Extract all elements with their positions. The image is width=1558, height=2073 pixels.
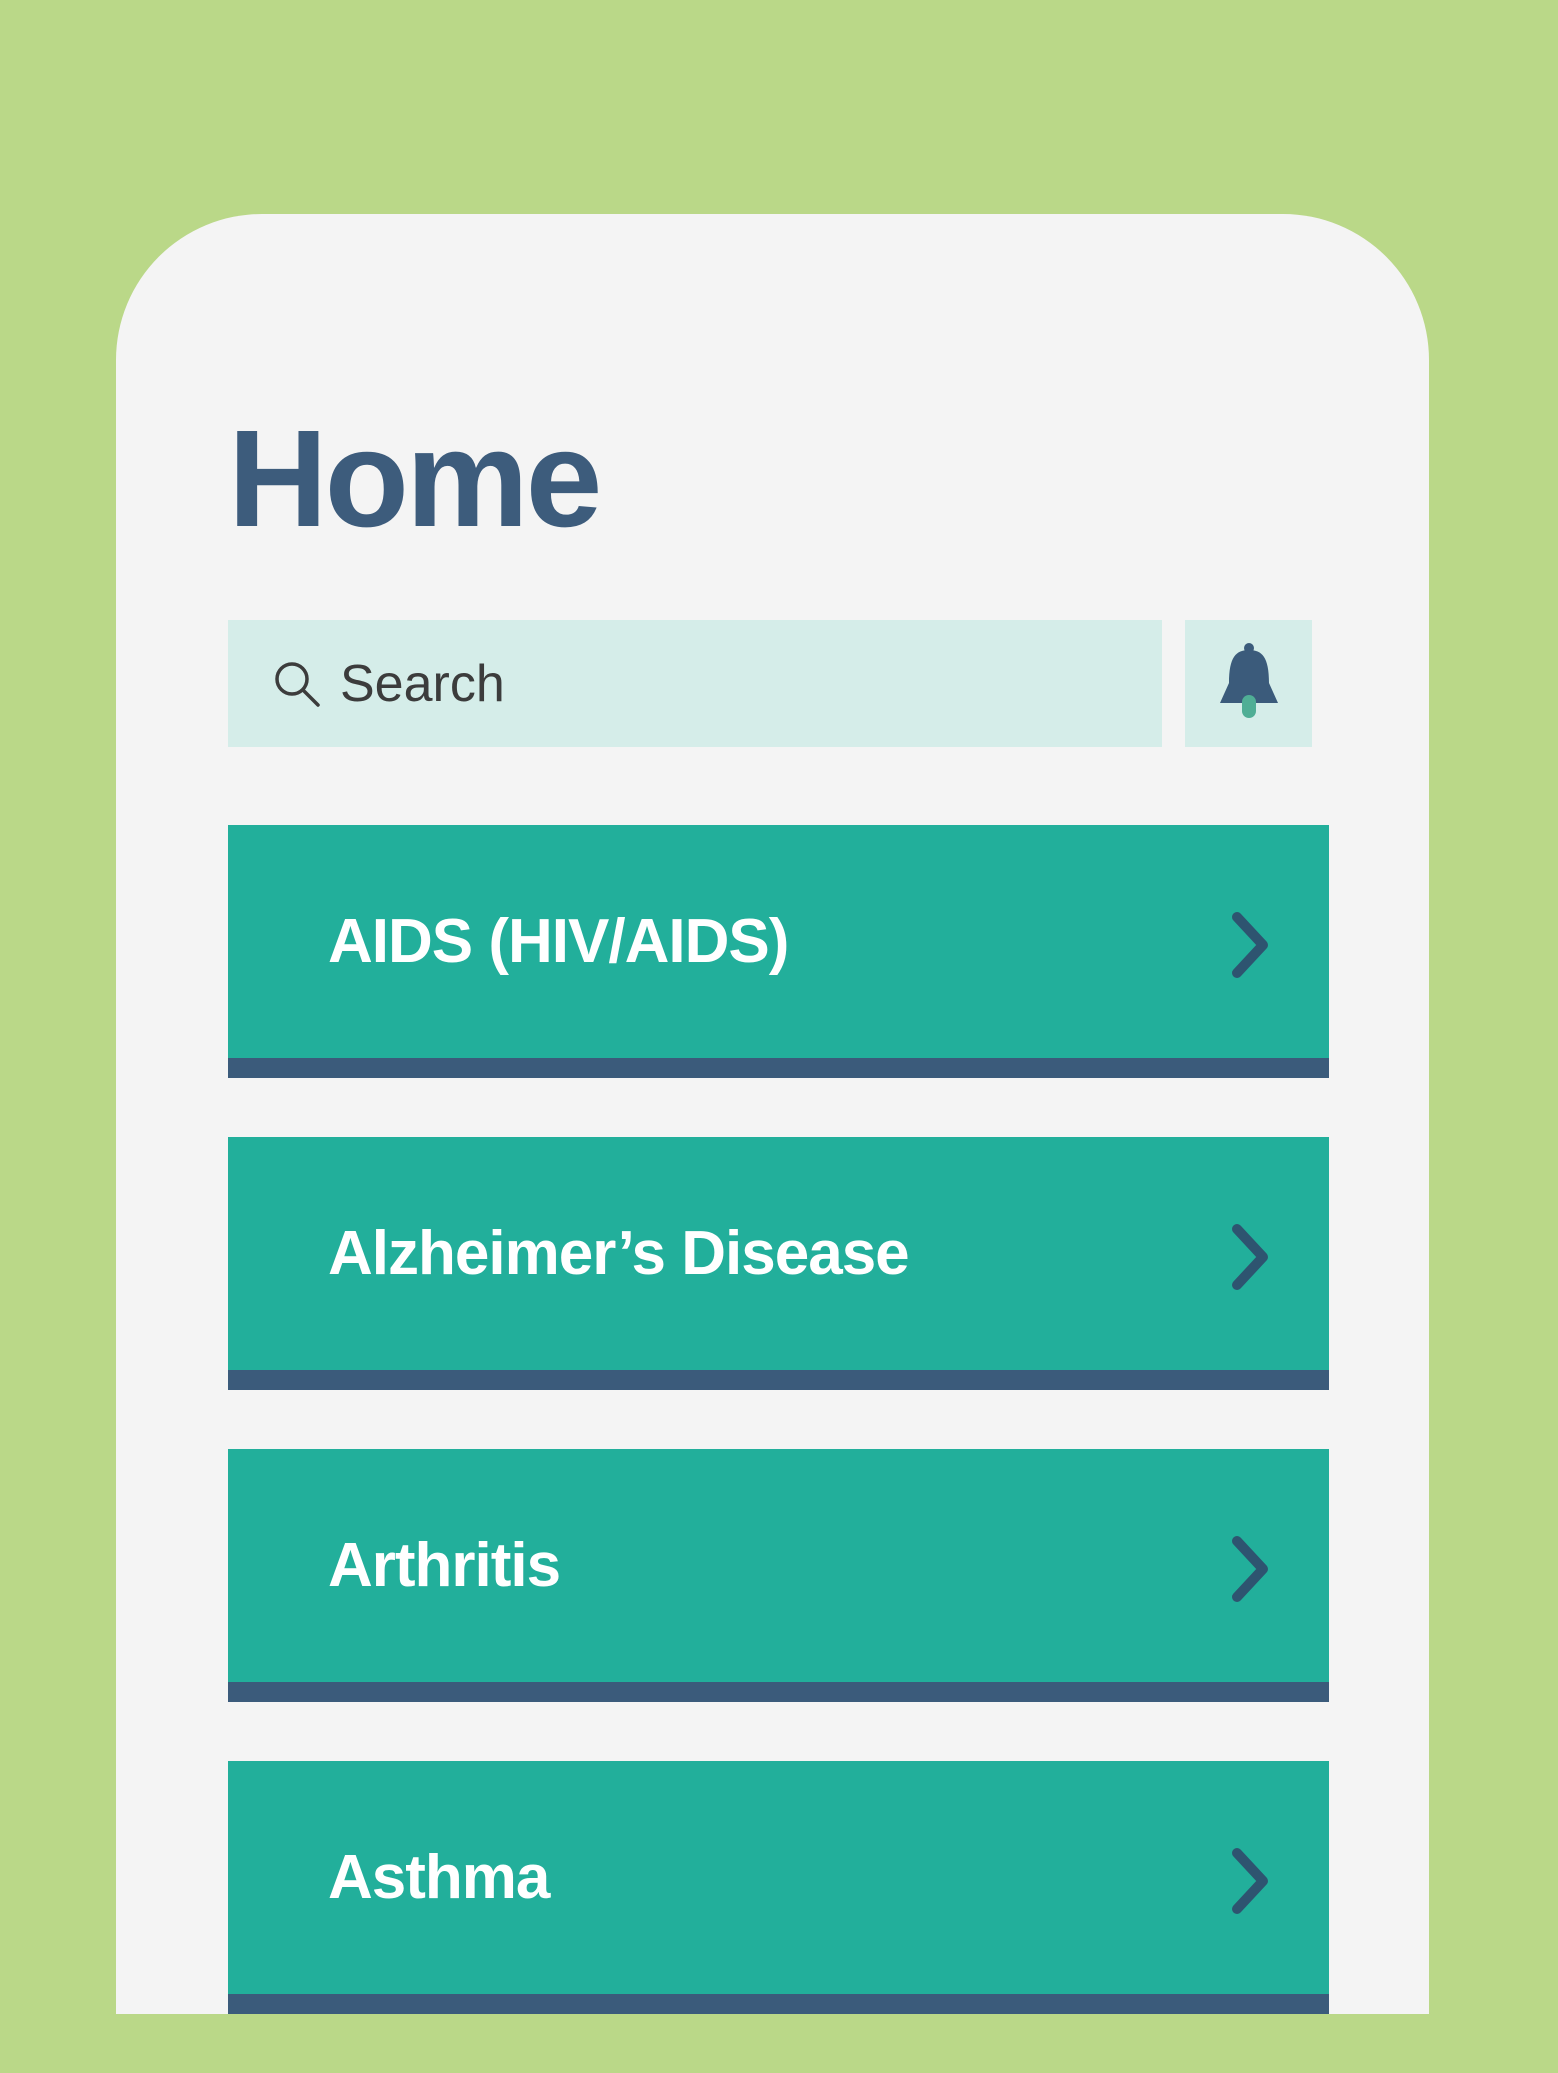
chevron-right-icon (1232, 1224, 1268, 1290)
list-item-label: AIDS (HIV/AIDS) (328, 907, 789, 976)
chevron-right-icon (1232, 1536, 1268, 1602)
phone-screen: Home AIDS (HIV/AIDS) Alzheimer’s Disease (116, 214, 1429, 2014)
notifications-button[interactable] (1185, 620, 1312, 747)
list-item-alzheimers[interactable]: Alzheimer’s Disease (228, 1137, 1329, 1390)
page-title: Home (228, 402, 602, 556)
list-item-label: Alzheimer’s Disease (328, 1219, 910, 1288)
search-icon (275, 662, 320, 707)
list-item-label: Arthritis (328, 1531, 561, 1600)
list-item-aids[interactable]: AIDS (HIV/AIDS) (228, 825, 1329, 1078)
search-input[interactable] (340, 620, 1120, 747)
list-item-label: Asthma (328, 1843, 550, 1912)
conditions-list: AIDS (HIV/AIDS) Alzheimer’s Disease Arth… (228, 825, 1329, 2073)
list-item-asthma[interactable]: Asthma (228, 1761, 1329, 2014)
list-item-arthritis[interactable]: Arthritis (228, 1449, 1329, 1702)
chevron-right-icon (1232, 912, 1268, 978)
search-bar[interactable] (228, 620, 1162, 747)
chevron-right-icon (1232, 1848, 1268, 1914)
bell-icon (1220, 643, 1278, 718)
